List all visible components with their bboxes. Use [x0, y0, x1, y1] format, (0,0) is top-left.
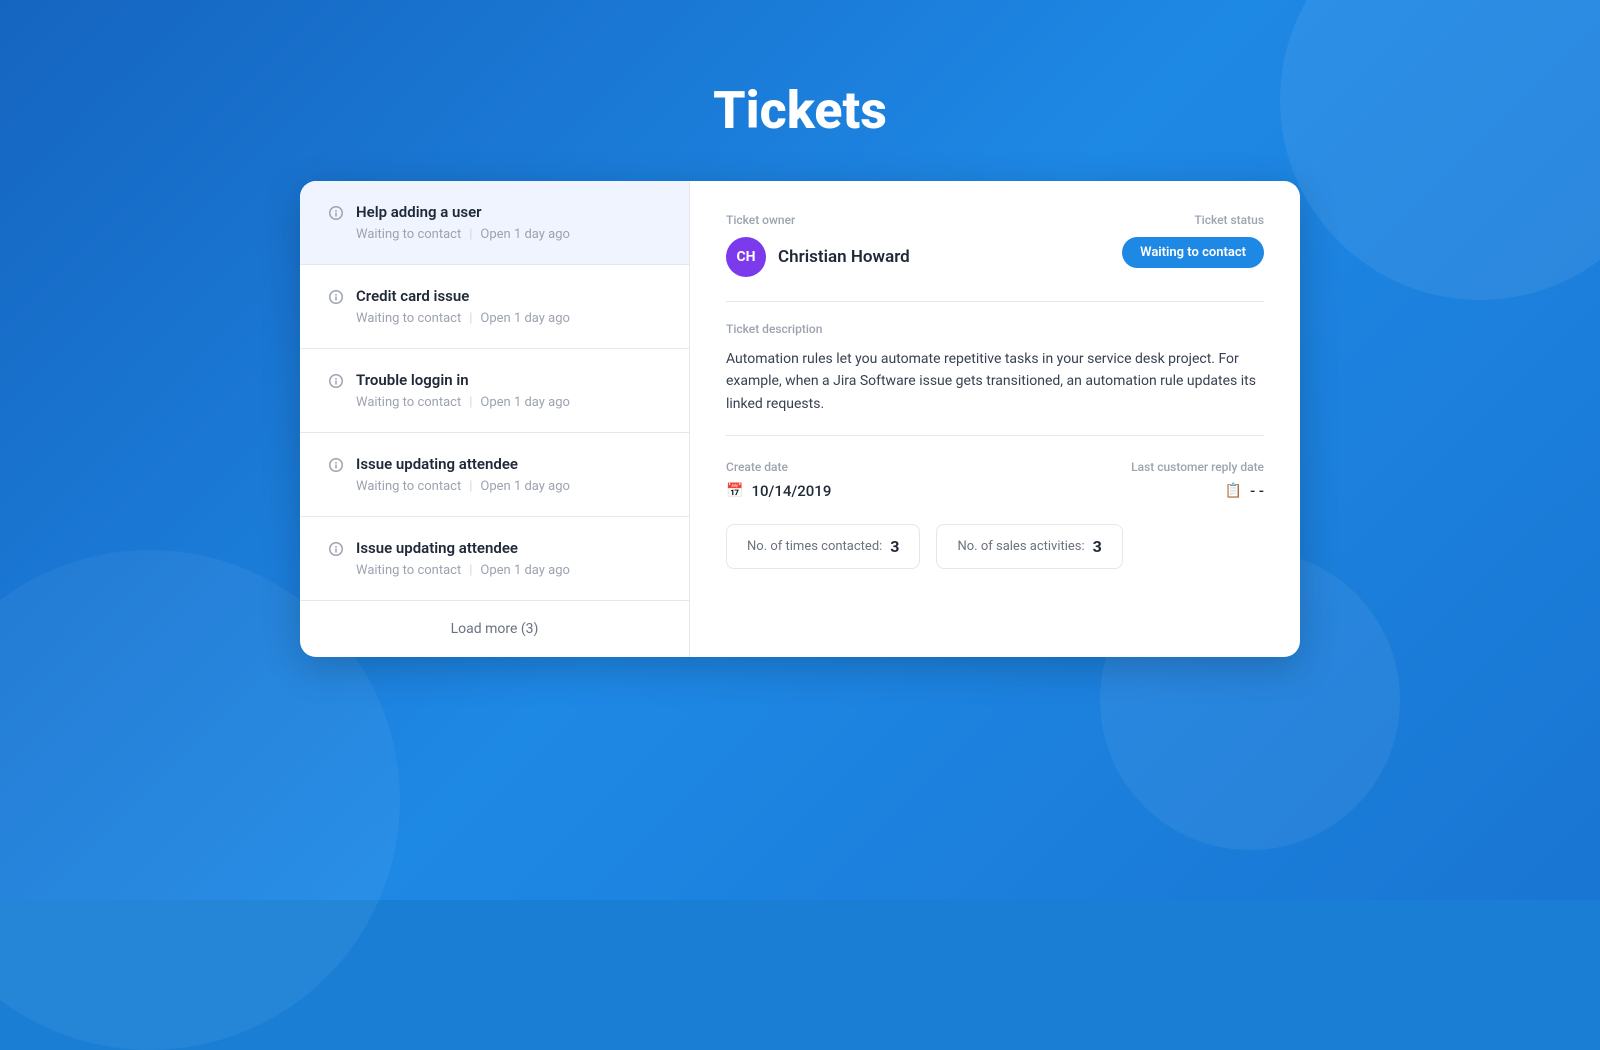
ticket-title-5: Issue updating attendee	[356, 539, 661, 557]
calendar-icon: 📅	[726, 483, 743, 499]
ticket-info-3: Trouble loggin in Waiting to contact | O…	[356, 371, 661, 410]
sales-activities-box: No. of sales activities: 3	[936, 524, 1122, 569]
ticket-info-1: Help adding a user Waiting to contact | …	[356, 203, 661, 242]
create-date-label: Create date	[726, 460, 995, 474]
times-contacted-box: No. of times contacted: 3	[726, 524, 920, 569]
divider-1	[726, 301, 1264, 302]
main-card: Help adding a user Waiting to contact | …	[300, 181, 1300, 657]
times-contacted-value: 3	[890, 537, 899, 556]
description-text: Automation rules let you automate repeti…	[726, 348, 1264, 415]
ticket-item-3[interactable]: Trouble loggin in Waiting to contact | O…	[300, 349, 689, 433]
ticket-status-2: Waiting to contact	[356, 311, 461, 326]
ticket-info-5: Issue updating attendee Waiting to conta…	[356, 539, 661, 578]
last-reply-text: - -	[1250, 482, 1264, 500]
avatar: CH	[726, 237, 766, 277]
ticket-status-5: Waiting to contact	[356, 563, 461, 578]
ticket-item-1[interactable]: Help adding a user Waiting to contact | …	[300, 181, 689, 265]
ticket-item-4[interactable]: Issue updating attendee Waiting to conta…	[300, 433, 689, 517]
status-badge: Waiting to contact	[1122, 237, 1264, 268]
ticket-status-3: Waiting to contact	[356, 395, 461, 410]
owner-section: Ticket owner CH Christian Howard	[726, 213, 1122, 277]
ticket-age-2: Open 1 day ago	[480, 311, 570, 326]
description-label: Ticket description	[726, 322, 1264, 336]
ticket-divider-2: |	[469, 311, 472, 326]
ticket-meta-2: Waiting to contact | Open 1 day ago	[356, 311, 661, 326]
last-reply-label: Last customer reply date	[995, 460, 1264, 474]
owner-info: CH Christian Howard	[726, 237, 1122, 277]
ticket-meta-5: Waiting to contact | Open 1 day ago	[356, 563, 661, 578]
ticket-status-4: Waiting to contact	[356, 479, 461, 494]
status-section: Ticket status Waiting to contact	[1122, 213, 1264, 268]
last-reply-section: Last customer reply date 📋 - -	[995, 460, 1264, 500]
ticket-item-2[interactable]: Credit card issue Waiting to contact | O…	[300, 265, 689, 349]
create-date-section: Create date 📅 10/14/2019	[726, 460, 995, 500]
detail-header: Ticket owner CH Christian Howard Ticket …	[726, 213, 1264, 277]
ticket-meta-3: Waiting to contact | Open 1 day ago	[356, 395, 661, 410]
ticket-age-4: Open 1 day ago	[480, 479, 570, 494]
ticket-detail: Ticket owner CH Christian Howard Ticket …	[690, 181, 1300, 657]
ticket-age-5: Open 1 day ago	[480, 563, 570, 578]
calendar-icon-2: 📋	[1225, 483, 1242, 499]
ticket-icon-4	[328, 457, 344, 477]
ticket-title-4: Issue updating attendee	[356, 455, 661, 473]
ticket-divider-3: |	[469, 395, 472, 410]
page-title: Tickets	[0, 0, 1600, 141]
ticket-title-3: Trouble loggin in	[356, 371, 661, 389]
ticket-item-5[interactable]: Issue updating attendee Waiting to conta…	[300, 517, 689, 601]
times-contacted-label: No. of times contacted:	[747, 539, 882, 554]
ticket-divider-5: |	[469, 563, 472, 578]
ticket-meta-1: Waiting to contact | Open 1 day ago	[356, 227, 661, 242]
load-more-button[interactable]: Load more (3)	[300, 601, 689, 657]
ticket-title-1: Help adding a user	[356, 203, 661, 221]
ticket-divider-4: |	[469, 479, 472, 494]
ticket-icon-1	[328, 205, 344, 225]
sales-activities-label: No. of sales activities:	[957, 539, 1084, 554]
ticket-icon-2	[328, 289, 344, 309]
owner-name: Christian Howard	[778, 247, 910, 267]
stats-row: No. of times contacted: 3 No. of sales a…	[726, 524, 1264, 569]
divider-2	[726, 435, 1264, 436]
sales-activities-value: 3	[1093, 537, 1102, 556]
ticket-icon-5	[328, 541, 344, 561]
ticket-meta-4: Waiting to contact | Open 1 day ago	[356, 479, 661, 494]
ticket-list: Help adding a user Waiting to contact | …	[300, 181, 690, 657]
ticket-icon-3	[328, 373, 344, 393]
create-date-text: 10/14/2019	[751, 482, 831, 500]
ticket-info-2: Credit card issue Waiting to contact | O…	[356, 287, 661, 326]
ticket-status-1: Waiting to contact	[356, 227, 461, 242]
ticket-title-2: Credit card issue	[356, 287, 661, 305]
dates-row: Create date 📅 10/14/2019 Last customer r…	[726, 460, 1264, 500]
ticket-age-3: Open 1 day ago	[480, 395, 570, 410]
ticket-age-1: Open 1 day ago	[480, 227, 570, 242]
ticket-info-4: Issue updating attendee Waiting to conta…	[356, 455, 661, 494]
create-date-value: 📅 10/14/2019	[726, 482, 995, 500]
ticket-divider-1: |	[469, 227, 472, 242]
owner-label: Ticket owner	[726, 213, 1122, 227]
status-label: Ticket status	[1122, 213, 1264, 227]
last-reply-value: 📋 - -	[995, 482, 1264, 500]
